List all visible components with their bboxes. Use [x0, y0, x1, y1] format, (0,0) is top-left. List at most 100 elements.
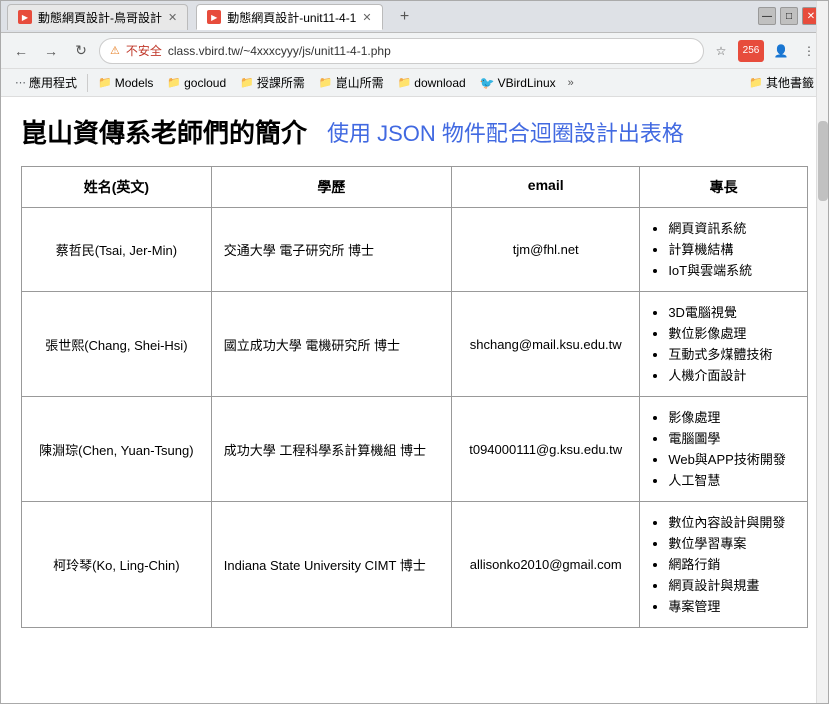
col-header-name: 姓名(英文)	[22, 167, 212, 208]
page-content: 崑山資傳系老師們的簡介 使用 JSON 物件配合迴圈設計出表格 姓名(英文) 學…	[1, 97, 828, 703]
minimize-btn[interactable]: —	[758, 7, 776, 25]
tab1-label: 動態網頁設計-鳥哥設計	[38, 9, 162, 26]
tab1-favicon: ▶	[18, 10, 32, 24]
bookmark-star-btn[interactable]: ☆	[710, 40, 732, 62]
bookmarks-bar: ⋯ 應用程式 📁 Models 📁 gocloud 📁 授課所需 📁 崑山所需 …	[1, 69, 828, 97]
bk-kunshan-btn[interactable]: 📁 崑山所需	[313, 72, 390, 93]
bk-gocloud-label: gocloud	[184, 76, 226, 90]
spec-item: 互動式多煤體技術	[668, 344, 795, 363]
apps-grid-icon: ⋯	[15, 76, 26, 89]
bk-separator-1	[87, 74, 88, 92]
bk-courseneeds-label: 授課所需	[257, 74, 305, 91]
bk-vbirdlinux-btn[interactable]: 🐦 VBirdLinux	[474, 74, 562, 92]
page-title-main: 崑山資傳系老師們的簡介	[21, 113, 307, 150]
url-text: class.vbird.tw/~4xxxcyyy/js/unit11-4-1.p…	[168, 44, 391, 58]
window-controls: — □ ✕	[758, 7, 820, 25]
bk-apps-btn[interactable]: ⋯ 應用程式	[9, 72, 83, 93]
tab2-label: 動態網頁設計-unit11-4-1	[227, 9, 356, 26]
col-header-email: email	[452, 167, 640, 208]
maximize-btn[interactable]: □	[780, 7, 798, 25]
col-header-edu: 學歷	[211, 167, 451, 208]
bk-more-icon[interactable]: »	[568, 77, 574, 89]
bk-download-btn[interactable]: 📁 download	[392, 74, 472, 92]
reload-btn[interactable]: ↻	[69, 39, 93, 63]
cell-name-1: 張世熙(Chang, Shei-Hsi)	[22, 292, 212, 397]
cell-spec-3: 數位內容設計與開發數位學習專案網路行銷網頁設計與規畫專案管理	[640, 502, 808, 628]
browser-window: ▶ 動態網頁設計-鳥哥設計 ✕ ▶ 動態網頁設計-unit11-4-1 ✕ + …	[0, 0, 829, 704]
table-header-row: 姓名(英文) 學歷 email 專長	[22, 167, 808, 208]
bk-vbird-icon: 🐦	[480, 76, 495, 90]
page-title-sub: 使用 JSON 物件配合迴圈設計出表格	[327, 116, 684, 148]
tab2-favicon: ▶	[207, 10, 221, 24]
cell-email-3: allisonko2010@gmail.com	[452, 502, 640, 628]
address-bar: ← → ↻ ⚠ 不安全 class.vbird.tw/~4xxxcyyy/js/…	[1, 33, 828, 69]
spec-item: 數位內容設計與開發	[668, 512, 795, 531]
tab2-close-btn[interactable]: ✕	[362, 11, 371, 24]
spec-item: 人機介面設計	[668, 365, 795, 384]
scrollbar[interactable]	[816, 1, 828, 703]
spec-item: 電腦圖學	[668, 428, 795, 447]
spec-item: 影像處理	[668, 407, 795, 426]
url-bar[interactable]: ⚠ 不安全 class.vbird.tw/~4xxxcyyy/js/unit11…	[99, 38, 704, 64]
tab1-close-btn[interactable]: ✕	[168, 11, 177, 24]
cell-spec-2: 影像處理電腦圖學 Web與APP技術開發人工智慧	[640, 397, 808, 502]
profile-btn[interactable]: 👤	[770, 40, 792, 62]
bk-folder-icon-4: 📁	[319, 76, 333, 89]
bk-vbirdlinux-label: VBirdLinux	[498, 76, 556, 90]
spec-item: 網路行銷	[668, 554, 795, 573]
bk-folder-icon-other: 📁	[749, 76, 763, 89]
title-bar: ▶ 動態網頁設計-鳥哥設計 ✕ ▶ 動態網頁設計-unit11-4-1 ✕ + …	[1, 1, 828, 33]
cell-edu-0: 交通大學 電子研究所 博士	[211, 208, 451, 292]
table-row: 陳淵琮(Chen, Yuan-Tsung)成功大學 工程科學系計算機組 博士t0…	[22, 397, 808, 502]
spec-item: 網頁資訊系統	[668, 218, 795, 237]
insecure-label: 不安全	[126, 42, 162, 59]
bk-models-btn[interactable]: 📁 Models	[92, 74, 159, 92]
browser-tab-1[interactable]: ▶ 動態網頁設計-鳥哥設計 ✕	[7, 4, 188, 30]
cell-name-3: 柯玲琴(Ko, Ling-Chin)	[22, 502, 212, 628]
page-title-area: 崑山資傳系老師們的簡介 使用 JSON 物件配合迴圈設計出表格	[21, 113, 808, 150]
table-row: 柯玲琴(Ko, Ling-Chin)Indiana State Universi…	[22, 502, 808, 628]
cell-edu-3: Indiana State University CIMT 博士	[211, 502, 451, 628]
table-row: 張世熙(Chang, Shei-Hsi)國立成功大學 電機研究所 博士shcha…	[22, 292, 808, 397]
bk-courseneeds-btn[interactable]: 📁 授課所需	[234, 72, 311, 93]
cell-spec-1: 3D電腦視覺數位影像處理互動式多煤體技術人機介面設計	[640, 292, 808, 397]
cell-email-1: shchang@mail.ksu.edu.tw	[452, 292, 640, 397]
new-tab-btn[interactable]: +	[391, 4, 419, 30]
security-icon: ⚠	[110, 44, 120, 57]
spec-item: IoT與雲端系統	[668, 260, 795, 279]
table-row: 蔡哲民(Tsai, Jer-Min)交通大學 電子研究所 博士tjm@fhl.n…	[22, 208, 808, 292]
bk-other-label: 其他書籤	[766, 74, 814, 91]
back-btn[interactable]: ←	[9, 39, 33, 63]
professors-table: 姓名(英文) 學歷 email 專長 蔡哲民(Tsai, Jer-Min)交通大…	[21, 166, 808, 628]
bk-apps-label: 應用程式	[29, 74, 77, 91]
cell-name-2: 陳淵琮(Chen, Yuan-Tsung)	[22, 397, 212, 502]
spec-item: 計算機結構	[668, 239, 795, 258]
bk-kunshan-label: 崑山所需	[336, 74, 384, 91]
bk-other-btn[interactable]: 📁 其他書籤	[743, 72, 820, 93]
bk-gocloud-btn[interactable]: 📁 gocloud	[161, 74, 232, 92]
bk-folder-icon-3: 📁	[240, 76, 254, 89]
col-header-spec: 專長	[640, 167, 808, 208]
spec-item: 人工智慧	[668, 470, 795, 489]
spec-item: 數位學習專案	[668, 533, 795, 552]
cell-spec-0: 網頁資訊系統計算機結構 IoT與雲端系統	[640, 208, 808, 292]
cell-edu-1: 國立成功大學 電機研究所 博士	[211, 292, 451, 397]
cell-edu-2: 成功大學 工程科學系計算機組 博士	[211, 397, 451, 502]
spec-item: 專案管理	[668, 596, 795, 615]
bk-folder-icon-1: 📁	[98, 76, 112, 89]
cell-email-0: tjm@fhl.net	[452, 208, 640, 292]
cell-email-2: t094000111@g.ksu.edu.tw	[452, 397, 640, 502]
extensions-btn[interactable]: 256	[738, 40, 764, 62]
spec-item: 數位影像處理	[668, 323, 795, 342]
bk-folder-icon-2: 📁	[167, 76, 181, 89]
cell-name-0: 蔡哲民(Tsai, Jer-Min)	[22, 208, 212, 292]
spec-item: 網頁設計與規畫	[668, 575, 795, 594]
scrollbar-thumb[interactable]	[818, 121, 828, 201]
spec-item: Web與APP技術開發	[668, 449, 795, 468]
bk-models-label: Models	[115, 76, 154, 90]
forward-btn[interactable]: →	[39, 39, 63, 63]
browser-tab-2[interactable]: ▶ 動態網頁設計-unit11-4-1 ✕	[196, 4, 382, 30]
bk-folder-icon-5: 📁	[398, 76, 412, 89]
spec-item: 3D電腦視覺	[668, 302, 795, 321]
bk-download-label: download	[414, 76, 465, 90]
